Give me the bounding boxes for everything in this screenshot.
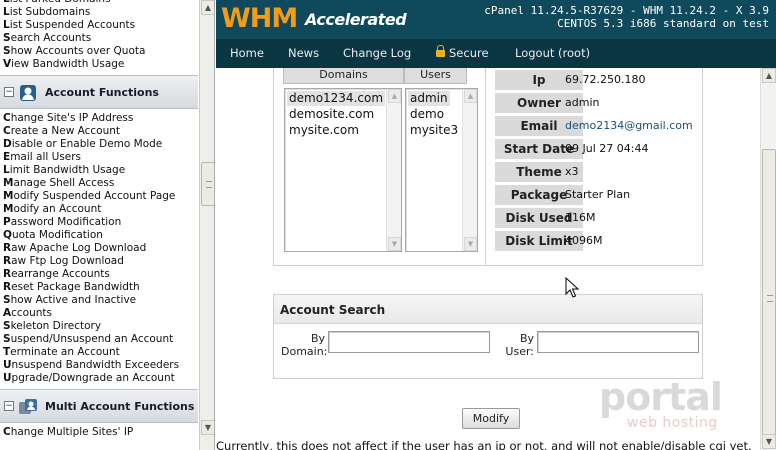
nav-logout[interactable]: Logout (root) (515, 46, 590, 60)
by-domain-label: By Domain: (281, 332, 328, 358)
scroll-up-icon[interactable]: ▲ (388, 89, 401, 103)
scroll-down-icon[interactable]: ▼ (464, 237, 477, 251)
info-value: x3 (565, 165, 579, 178)
sidebar-link[interactable]: Skeleton Directory (3, 320, 101, 333)
sidebar-link[interactable]: Reset Package Bandwidth (3, 281, 140, 294)
account-search-panel: Account Search By Domain: By User: (273, 294, 703, 379)
sidebar-link[interactable]: Modify an Account (3, 203, 101, 216)
by-user-label-line2: User: (505, 345, 534, 358)
version-line: cPanel 11.24.5-R37629 - WHM 11.24.2 - X … (484, 4, 769, 17)
info-value: 4096M (565, 234, 603, 247)
account-functions-title: Account Functions (45, 86, 159, 99)
email-link[interactable]: demo2134@gmail.com (565, 116, 693, 136)
scroll-down-icon[interactable]: ▼ (388, 237, 401, 251)
os-line: CENTOS 5.3 i686 standard on test (557, 17, 769, 30)
users-listbox[interactable]: admin demo mysite3 ▲ ▼ (405, 88, 478, 252)
info-value: admin (565, 96, 600, 109)
user-option[interactable]: admin (408, 91, 450, 106)
sidebar-link[interactable]: List Subdomains (3, 6, 90, 19)
search-user-input[interactable] (537, 331, 699, 353)
domain-option[interactable]: demosite.com (287, 107, 376, 122)
account-list-panel: Domains Users demo1234.com demosite.com … (273, 68, 703, 266)
nav-news[interactable]: News (288, 46, 319, 60)
scroll-up-icon[interactable]: ▲ (762, 68, 776, 83)
info-value: 09 Jul 27 04:44 (565, 142, 649, 155)
sidebar-link[interactable]: Change Site's IP Address (3, 112, 133, 125)
nav-home[interactable]: Home (230, 46, 264, 60)
sidebar-link[interactable]: Raw Apache Log Download (3, 242, 146, 255)
sidebar-scrollbar[interactable]: ▲ ▼ (199, 0, 214, 450)
whm-logo: WHM (221, 3, 298, 34)
sidebar-link[interactable]: Accounts (3, 307, 52, 320)
by-domain-label-line1: By (310, 332, 325, 345)
account-search-title: Account Search (274, 295, 702, 324)
user-option[interactable]: mysite3 (408, 123, 460, 138)
sidebar-link[interactable]: Manage Shell Access (3, 177, 114, 190)
sidebar-link[interactable]: Change Multiple Sites' IP (3, 426, 133, 439)
mouse-cursor-icon (565, 277, 579, 298)
sidebar-link[interactable]: Upgrade/Downgrade an Account (3, 372, 175, 385)
page-scrollbar[interactable]: ▲ ▼ (760, 68, 776, 450)
sidebar-link[interactable]: Terminate an Account (3, 346, 120, 359)
header: WHM Accelerated cPanel 11.24.5-R37629 - … (216, 0, 776, 39)
info-value: 116M (565, 211, 596, 224)
sidebar-link[interactable]: Suspend/Unsuspend an Account (3, 333, 173, 346)
domains-scrollbar[interactable]: ▲ ▼ (386, 89, 401, 251)
whm-logo-accelerated: Accelerated (305, 10, 407, 29)
search-domain-input[interactable] (328, 331, 490, 353)
users-header: Users (404, 68, 467, 84)
scroll-down-icon[interactable]: ▼ (201, 420, 214, 435)
info-value: 69.72.250.180 (565, 73, 646, 86)
info-value: Starter Plan (565, 188, 631, 201)
by-domain-label-line2: Domain: (281, 345, 328, 358)
sidebar-link[interactable]: Search Accounts (3, 32, 91, 45)
multi-account-functions-title: Multi Account Functions (45, 400, 195, 413)
sidebar-link[interactable]: Show Accounts over Quota (3, 45, 145, 58)
scroll-up-icon[interactable]: ▲ (201, 0, 214, 15)
domain-option[interactable]: demo1234.com (287, 91, 386, 106)
multi-account-functions-header[interactable]: − Multi Account Functions (0, 389, 198, 423)
sidebar-link[interactable]: Raw Ftp Log Download (3, 255, 124, 268)
nav-bar: Home News Change Log Secure Logout (root… (216, 39, 776, 68)
nav-secure[interactable]: Secure (436, 45, 489, 60)
main-content: Domains Users demo1234.com demosite.com … (216, 68, 760, 450)
sidebar-link[interactable]: Disable or Enable Demo Mode (3, 138, 162, 151)
modify-button[interactable]: Modify (462, 408, 520, 429)
scroll-up-icon[interactable]: ▲ (464, 89, 477, 103)
version-info: cPanel 11.24.5-R37629 - WHM 11.24.2 - X … (484, 4, 769, 30)
scrollbar-thumb[interactable] (762, 149, 776, 446)
sidebar-link[interactable]: Modify Suspended Account Page (3, 190, 175, 203)
sidebar-link[interactable]: Show Active and Inactive (3, 294, 136, 307)
domain-option[interactable]: mysite.com (287, 123, 361, 138)
footer-note: Currently, this does not affect if the u… (216, 439, 752, 450)
multi-account-functions-icon (19, 399, 37, 414)
collapse-icon[interactable]: − (4, 401, 14, 411)
sidebar-link[interactable]: Limit Bandwidth Usage (3, 164, 125, 177)
sidebar-link[interactable]: List Suspended Accounts (3, 19, 135, 32)
account-functions-icon (20, 85, 36, 101)
user-option[interactable]: demo (408, 107, 446, 122)
sidebar-link[interactable]: View Bandwidth Usage (3, 58, 124, 71)
nav-secure-label: Secure (449, 46, 489, 60)
scroll-down-icon[interactable]: ▼ (762, 434, 776, 449)
domains-listbox[interactable]: demo1234.com demosite.com mysite.com ▲ ▼ (284, 88, 402, 252)
domains-header: Domains (283, 68, 404, 84)
lock-icon (436, 45, 445, 57)
collapse-icon[interactable]: − (4, 87, 14, 97)
by-user-label-line1: By (519, 332, 534, 345)
account-functions-header[interactable]: − Account Functions (0, 75, 198, 109)
sidebar-link[interactable]: Password Modification (3, 216, 121, 229)
nav-change-log[interactable]: Change Log (343, 46, 411, 60)
sidebar-link[interactable]: Email all Users (3, 151, 81, 164)
sidebar-link[interactable]: Rearrange Accounts (3, 268, 110, 281)
sidebar: − Account Functions − Multi Account Func… (0, 0, 215, 450)
sidebar-link[interactable]: Unsuspend Bandwidth Exceeders (3, 359, 179, 372)
users-scrollbar[interactable]: ▲ ▼ (462, 89, 477, 251)
sidebar-link[interactable]: Quota Modification (3, 229, 103, 242)
by-user-label: By User: (496, 332, 534, 358)
sidebar-link[interactable]: Create a New Account (3, 125, 120, 138)
scrollbar-thumb[interactable] (201, 162, 214, 206)
whm-window: − Account Functions − Multi Account Func… (0, 0, 776, 450)
